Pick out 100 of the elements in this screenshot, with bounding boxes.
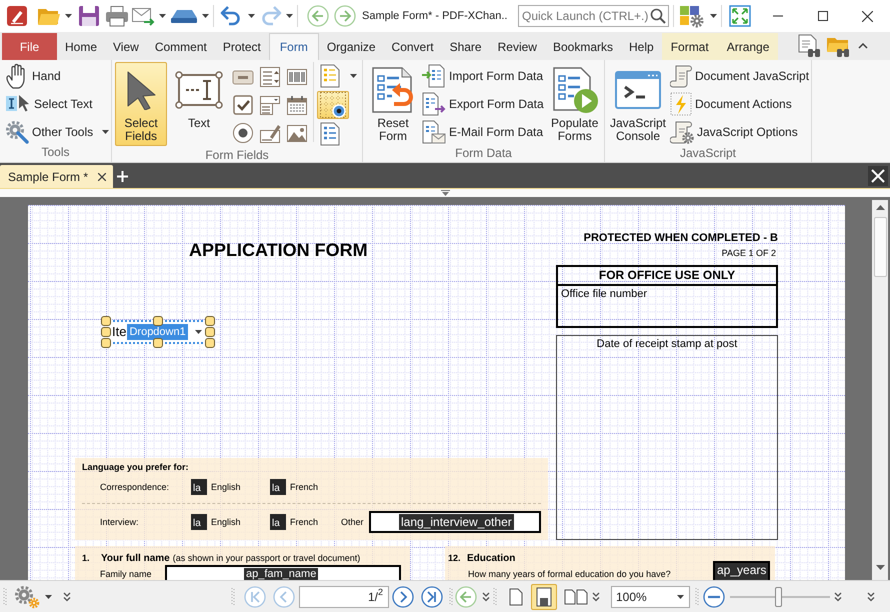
- text-field-button[interactable]: Text: [171, 62, 227, 146]
- double-chevron-icon[interactable]: [63, 592, 71, 602]
- hand-tool-button[interactable]: Hand: [3, 62, 112, 89]
- grip-icon[interactable]: [493, 586, 497, 606]
- menu-tab[interactable]: Home: [57, 33, 106, 60]
- menu-tab[interactable]: Protect: [214, 33, 269, 60]
- group-label: JavaScript: [680, 146, 736, 160]
- next-page-icon[interactable]: [392, 586, 414, 608]
- checkbox-icon: [232, 94, 254, 116]
- menu-tab[interactable]: Share: [442, 33, 490, 60]
- document-tab[interactable]: Sample Form *: [0, 165, 113, 188]
- select-text-button[interactable]: Select Text: [3, 90, 112, 117]
- tiles-gear-icon[interactable]: [679, 4, 705, 28]
- document-play-icon: [550, 66, 599, 114]
- javascript-options-button[interactable]: JavaScript Options: [668, 118, 812, 145]
- file-tab[interactable]: File: [2, 33, 57, 60]
- other-tools-button[interactable]: Other Tools: [3, 118, 112, 145]
- menu-tab[interactable]: Review: [490, 33, 545, 60]
- text-box-icon: [175, 71, 223, 109]
- scrollbar-thumb[interactable]: [874, 217, 886, 277]
- close-icon[interactable]: [868, 166, 888, 186]
- import-form-data-button[interactable]: Import Form Data: [420, 62, 547, 89]
- menu-tab[interactable]: Arrange: [718, 33, 778, 60]
- app-logo-icon[interactable]: [7, 6, 27, 26]
- resize-handle-icon[interactable]: [153, 316, 163, 326]
- collapse-ribbon-icon[interactable]: [858, 43, 868, 49]
- page-view-button[interactable]: [531, 584, 557, 610]
- menu-tab[interactable]: View: [105, 33, 147, 60]
- collapse-arrow-icon[interactable]: [440, 190, 450, 196]
- double-chevron-icon[interactable]: [834, 592, 842, 602]
- section-number: 12.: [448, 552, 462, 565]
- export-form-data-button[interactable]: Export Form Data: [420, 90, 547, 117]
- checkbox-field[interactable]: la: [270, 479, 286, 495]
- fullscreen-icon[interactable]: [729, 5, 751, 27]
- plus-icon[interactable]: [117, 171, 128, 182]
- checkbox-field[interactable]: la: [191, 479, 207, 495]
- page-number-field[interactable]: 1/$^{2}$: [299, 586, 389, 608]
- option-label: French: [290, 516, 318, 528]
- grip-icon[interactable]: [231, 586, 235, 606]
- last-page-icon[interactable]: [421, 586, 443, 608]
- scanner-icon[interactable]: [170, 8, 198, 24]
- text-field[interactable]: ap_fam_name: [165, 565, 401, 580]
- zoom-out-icon[interactable]: [703, 586, 725, 608]
- menu-tab[interactable]: Help: [621, 33, 662, 60]
- email-form-data-button[interactable]: E-Mail Form Data: [420, 118, 547, 145]
- select-fields-button[interactable]: Select Fields: [115, 62, 167, 146]
- zoom-dropdown[interactable]: 100%: [611, 586, 690, 608]
- caret-icon[interactable]: [202, 14, 209, 18]
- form-document-icon: [319, 122, 341, 146]
- search-icon[interactable]: [650, 8, 666, 24]
- zoom-slider-thumb[interactable]: [775, 586, 782, 606]
- caret-icon[interactable]: [248, 14, 255, 18]
- protection-note: PROTECTED WHEN COMPLETED - B: [584, 232, 778, 245]
- javascript-console-button[interactable]: JavaScript Console: [608, 62, 668, 146]
- double-chevron-icon[interactable]: [482, 592, 490, 602]
- resize-handle-icon[interactable]: [153, 338, 163, 348]
- minimize-icon[interactable]: [772, 15, 782, 17]
- caret-icon[interactable]: [710, 14, 717, 18]
- caret-icon[interactable]: [65, 14, 72, 18]
- text-field[interactable]: lang_interview_other: [369, 511, 541, 533]
- section-number: 1.: [82, 552, 91, 565]
- menu-tab[interactable]: Organize: [318, 33, 384, 60]
- caret-icon[interactable]: [159, 14, 166, 18]
- section-title: Education: [467, 552, 516, 566]
- document-javascript-button[interactable]: Document JavaScript: [668, 62, 812, 89]
- field-label: Family name: [100, 569, 153, 580]
- question-text: How many years of formal education do you have?: [468, 569, 671, 580]
- scroll-down-icon[interactable]: [876, 565, 884, 570]
- checkbox-field[interactable]: la: [270, 514, 286, 530]
- reset-form-button[interactable]: Reset Form: [366, 62, 420, 146]
- document-actions-button[interactable]: Document Actions: [668, 90, 812, 117]
- populate-forms-button[interactable]: Populate Forms: [546, 62, 603, 146]
- combo-box-icon: [258, 94, 280, 116]
- menu-tab[interactable]: Format: [662, 33, 718, 60]
- single-page-icon: [509, 588, 523, 606]
- scroll-up-icon[interactable]: [876, 205, 884, 210]
- zoom-slider-track[interactable]: [730, 586, 830, 606]
- maximize-icon[interactable]: [818, 11, 828, 21]
- double-chevron-icon[interactable]: [867, 592, 875, 602]
- gears-icon[interactable]: [14, 584, 40, 608]
- grid-toggle-button[interactable]: [317, 91, 349, 119]
- menu-tab[interactable]: Bookmarks: [544, 33, 621, 60]
- menu-tab[interactable]: Form: [268, 33, 319, 60]
- option-label: Other: [341, 516, 365, 528]
- menu-tab[interactable]: Comment: [146, 33, 215, 60]
- checkbox-field[interactable]: la: [191, 514, 207, 530]
- group-label: Tools: [41, 145, 70, 159]
- double-chevron-icon[interactable]: [592, 592, 600, 602]
- grip-icon[interactable]: [449, 586, 453, 606]
- printer-icon[interactable]: [105, 5, 129, 27]
- calendar-icon: [286, 94, 308, 116]
- grip-icon[interactable]: [3, 586, 7, 606]
- caret-icon[interactable]: [45, 594, 52, 598]
- text-field[interactable]: ap_years: [713, 561, 770, 580]
- quick-launch-field[interactable]: Quick Launch (CTRL+.): [518, 5, 669, 27]
- close-icon[interactable]: [98, 172, 106, 180]
- menu-tab[interactable]: Convert: [384, 33, 442, 60]
- close-icon[interactable]: [862, 10, 873, 22]
- document-binoculars-icon[interactable]: [797, 34, 821, 58]
- grip-icon[interactable]: [695, 586, 699, 606]
